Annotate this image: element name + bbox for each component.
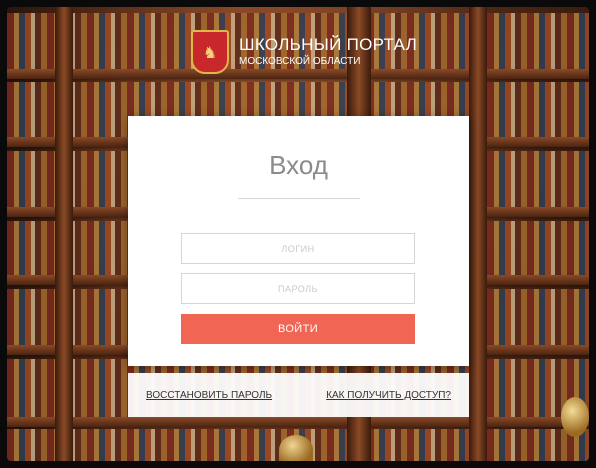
login-heading: Вход [269,150,328,180]
login-form: Вход ВОЙТИ [128,116,469,366]
lamp-icon [279,435,313,461]
shelf-post [469,7,487,461]
portal-title: ШКОЛЬНЫЙ ПОРТАЛ [239,35,418,55]
page-viewport: ♞ ШКОЛЬНЫЙ ПОРТАЛ МОСКОВСКОЙ ОБЛАСТИ Вхо… [7,7,589,461]
moscow-region-coat-of-arms-icon: ♞ [191,30,229,74]
login-footer: ВОССТАНОВИТЬ ПАРОЛЬ КАК ПОЛУЧИТЬ ДОСТУП? [128,373,469,417]
portal-name: ШКОЛЬНЫЙ ПОРТАЛ МОСКОВСКОЙ ОБЛАСТИ [239,36,417,67]
get-access-link[interactable]: КАК ПОЛУЧИТЬ ДОСТУП? [326,390,451,401]
shelf-board [7,417,589,427]
login-button[interactable]: ВОЙТИ [181,314,415,344]
portal-subtitle: МОСКОВСКОЙ ОБЛАСТИ [239,56,361,68]
portal-logo[interactable]: ♞ ШКОЛЬНЫЙ ПОРТАЛ МОСКОВСКОЙ ОБЛАСТИ [191,30,417,74]
password-input[interactable] [181,273,415,304]
shelf-post [55,7,73,461]
restore-password-link[interactable]: ВОССТАНОВИТЬ ПАРОЛЬ [146,390,272,401]
login-input[interactable] [181,233,415,264]
heading-divider [238,198,360,199]
lamp-icon [561,397,589,437]
